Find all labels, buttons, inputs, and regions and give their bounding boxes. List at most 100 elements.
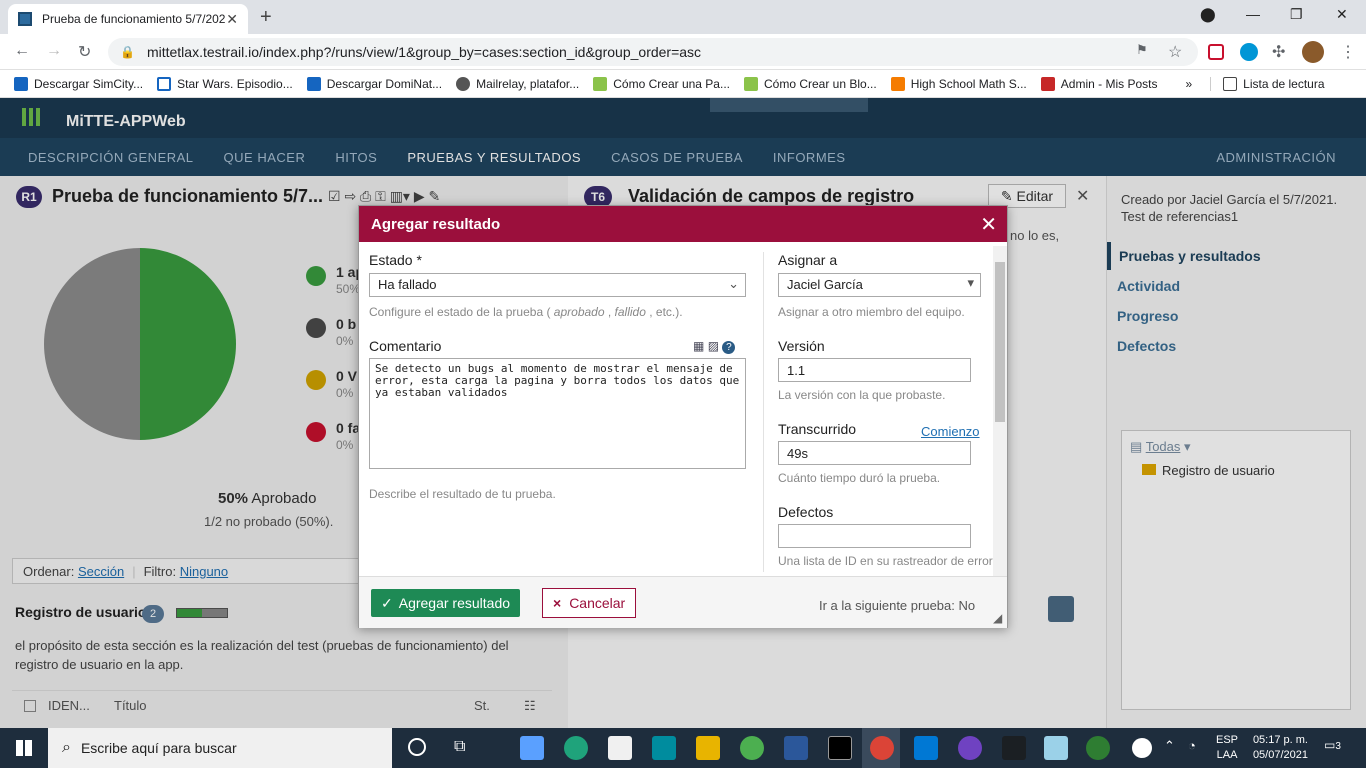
arduino-icon[interactable] [652,736,676,760]
bookmark-item[interactable]: Star Wars. Episodio... [157,76,293,91]
tab-search-icon[interactable]: ⬤ [1200,6,1216,23]
hs-app-icon[interactable] [1086,736,1110,760]
browser-tab[interactable]: Prueba de funcionamiento 5/7/2021 ✕ [8,4,248,34]
bookmark-globe-icon [456,76,471,91]
status-label: Estado * [369,252,422,268]
assign-hint: Asignar a otro miembro del equipo. [778,305,965,319]
lock-icon: 🔒 [120,45,135,59]
url-bar[interactable]: 🔒 mittetlax.testrail.io/index.php?/runs/… [108,38,1198,66]
defects-input[interactable] [778,524,971,548]
start-timer-link[interactable]: Comienzo [921,424,980,439]
comment-hint: Describe el resultado de tu prueba. [369,487,556,501]
bookmark-si-icon [593,76,608,91]
resize-handle-icon[interactable]: ◢ [993,611,1002,625]
cortana-icon[interactable] [408,738,426,756]
taskbar-search[interactable]: ⌕ Escribe aquí para buscar [48,728,392,768]
bookmark-item[interactable]: Descargar SimCity... [14,76,143,91]
browser-tab-bar: Prueba de funcionamiento 5/7/2021 ✕ + ⬤ … [0,0,1366,34]
bookmarks-bar: Descargar SimCity... Star Wars. Episodio… [0,70,1366,98]
dialog-scrollbar[interactable] [993,246,1007,576]
comment-toolbar: ▦ ▨ ? [693,339,736,354]
chevron-down-icon: ▾ [967,275,974,290]
wifi-icon[interactable]: ◔ [1188,738,1196,753]
notifications-icon[interactable]: ▭3 [1324,738,1341,752]
bookmark-item[interactable]: Cómo Crear una Pa... [593,76,730,91]
url-text: mittetlax.testrail.io/index.php?/runs/vi… [146,44,702,60]
vscode-icon[interactable] [914,736,938,760]
reload-icon[interactable]: ↻ [78,42,91,62]
extensions-puzzle-icon[interactable]: ✣ [1272,42,1285,62]
bookmark-s-icon [306,76,321,91]
task-view-icon[interactable]: ⧉ [454,738,465,756]
help-tray-icon[interactable] [1132,738,1152,758]
edge-icon[interactable] [564,736,588,760]
terminal-icon[interactable] [828,736,852,760]
word-icon[interactable] [784,736,808,760]
new-tab-icon[interactable]: + [260,6,272,29]
profile-avatar[interactable] [1302,41,1324,63]
bookmark-item[interactable]: High School Math S... [890,76,1027,91]
forward-icon[interactable]: → [46,42,62,60]
translate-icon[interactable]: ⚑ [1136,42,1148,58]
search-icon: ⌕ [62,739,71,756]
defects-hint: Una lista de ID en su rastreador de erro… [778,554,993,568]
assign-select[interactable]: Jaciel García ▾ [778,273,981,297]
table-icon[interactable]: ▦ [693,339,704,353]
bookmark-item[interactable]: Descargar DomiNat... [306,76,442,91]
upwork-icon[interactable] [740,736,764,760]
image-icon[interactable]: ▨ [708,339,719,353]
testrail-favicon-icon [18,12,32,26]
column-divider [763,252,764,572]
store-icon[interactable] [608,736,632,760]
elapsed-hint: Cuánto tiempo duró la prueba. [778,471,941,485]
browser-menu-icon[interactable]: ⋮ [1340,42,1356,62]
cancel-button[interactable]: × Cancelar [542,588,637,618]
status-hint: Configure el estado de la prueba ( aprob… [369,305,683,319]
app-icon[interactable] [1002,736,1026,760]
comment-textarea[interactable]: Se detecto un bugs al momento de mostrar… [369,358,746,469]
status-select[interactable]: Ha fallado ⌄ [369,273,746,297]
submit-result-button[interactable]: ✓ Agregar resultado [371,589,521,617]
reading-list-icon [1223,76,1238,91]
maximize-icon[interactable]: ❐ [1290,6,1303,23]
language-indicator[interactable]: ESP LAA [1216,733,1238,763]
close-tab-icon[interactable]: ✕ [226,11,238,28]
bookmark-item[interactable]: Cómo Crear un Blo... [743,76,877,91]
dialog-header: Agregar resultado ✕ [359,206,1007,242]
close-window-icon[interactable]: ✕ [1336,6,1348,23]
extension-hp-icon[interactable] [1240,43,1258,61]
bookmark-blogger-icon [890,76,905,91]
bookmark-si-icon [743,76,758,91]
tray-chevron-icon[interactable]: ⌃ [1164,738,1175,754]
reading-list[interactable]: Lista de lectura [1210,76,1325,91]
elapsed-label: Transcurrido [778,421,857,437]
help-icon[interactable]: ? [722,341,736,354]
back-icon[interactable]: ← [14,42,30,60]
bookmark-item[interactable]: Admin - Mis Posts [1040,76,1157,91]
chevron-down-icon: ⌄ [728,276,739,291]
windows-taskbar: ⌕ Escribe aquí para buscar ⧉ ⌃ ◔ ESP LAA… [0,728,1366,768]
app-icon[interactable] [1044,736,1068,760]
cancel-x-icon: × [553,595,562,611]
minimize-icon[interactable]: — [1246,6,1260,22]
dropbox-icon[interactable] [520,736,544,760]
version-hint: La versión con la que probaste. [778,388,946,402]
github-desktop-icon[interactable] [958,736,982,760]
scrollbar-thumb[interactable] [995,262,1005,422]
elapsed-input[interactable]: 49s [778,441,971,465]
next-test-toggle[interactable]: Ir a la siguiente prueba: No [819,598,975,613]
bookmark-item[interactable]: Mailrelay, platafor... [456,76,579,91]
dialog-title: Agregar resultado [371,215,501,233]
windows-start-icon[interactable] [16,740,32,756]
file-explorer-icon[interactable] [696,736,720,760]
bookmark-star-icon[interactable]: ☆ [1168,42,1182,62]
version-input[interactable]: 1.1 [778,358,971,382]
bookmark-admin-icon [1040,76,1055,91]
chrome-icon[interactable] [870,736,894,760]
bookmarks-overflow-icon[interactable]: » [1185,77,1192,91]
extension-pocket-icon[interactable] [1208,44,1224,60]
close-dialog-icon[interactable]: ✕ [980,212,997,237]
address-toolbar: ← → ↻ 🔒 mittetlax.testrail.io/index.php?… [0,34,1366,70]
bookmark-s-icon [14,76,28,91]
system-clock[interactable]: 05:17 p. m. 05/07/2021 [1253,733,1308,763]
